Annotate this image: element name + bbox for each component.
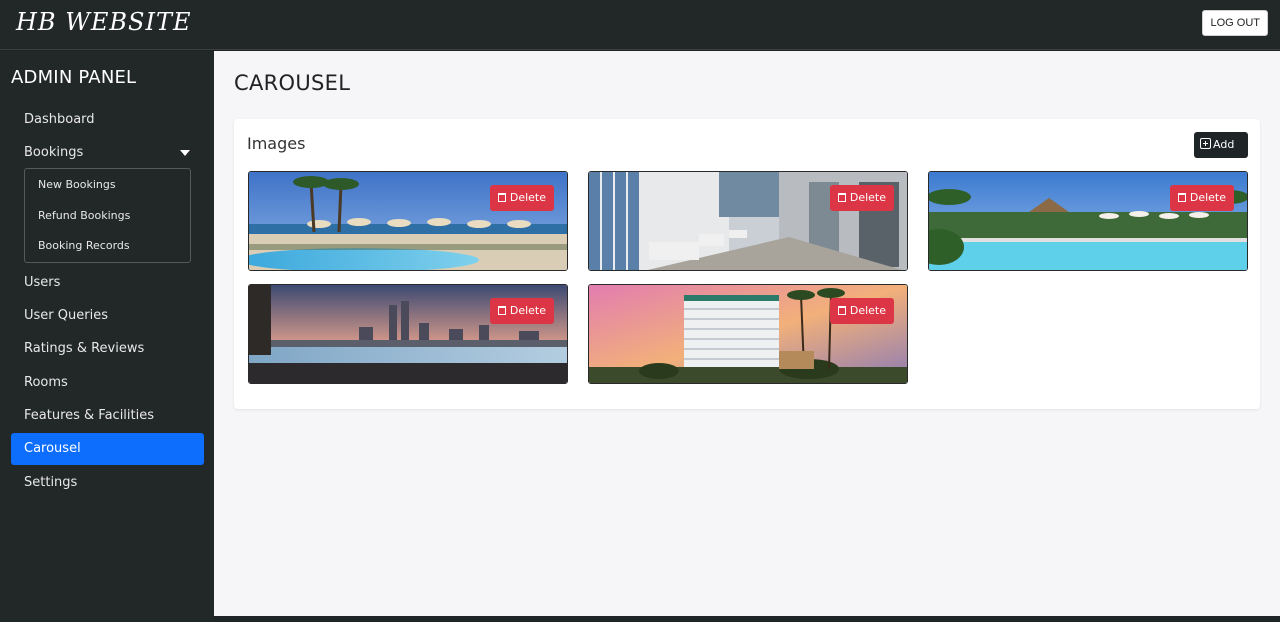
admin-sidebar: ADMIN PANEL Dashboard Bookings New Booki… [0,51,214,622]
delete-image-button[interactable]: Delete [489,298,554,324]
sidebar-item-users[interactable]: Users [11,267,204,299]
bookings-submenu: New Bookings Refund Bookings Booking Rec… [24,168,191,263]
bottom-edge [214,616,1280,622]
delete-image-button[interactable]: Delete [829,298,894,324]
sidebar-item-settings[interactable]: Settings [11,467,204,499]
logout-button[interactable]: LOG OUT [1202,10,1268,36]
images-card: Images Add Delete Delete Delete Delete D… [234,119,1260,409]
submenu-item-booking-records[interactable]: Booking Records [38,239,130,252]
add-label: Add [1213,138,1235,151]
trash-icon [497,306,506,315]
delete-label: Delete [849,304,886,317]
top-navbar: HB WEBSITE LOG OUT [0,0,1280,50]
admin-panel-title: ADMIN PANEL [11,67,137,88]
add-image-button[interactable]: Add [1194,132,1248,158]
carousel-image-4: Delete [248,284,568,384]
main-content: CAROUSEL Images Add Delete Delete Delete… [214,51,1280,616]
submenu-item-new-bookings[interactable]: New Bookings [38,178,116,191]
sidebar-item-rooms[interactable]: Rooms [11,367,204,399]
trash-icon [497,193,506,202]
trash-icon [837,193,846,202]
carousel-image-2: Delete [588,171,908,271]
sidebar-item-ratings-reviews[interactable]: Ratings & Reviews [11,333,204,365]
trash-icon [1177,193,1186,202]
delete-label: Delete [509,304,546,317]
sidebar-item-bookings-label: Bookings [24,145,84,160]
delete-label: Delete [1189,191,1226,204]
sidebar-item-features-facilities[interactable]: Features & Facilities [11,400,204,432]
carousel-image-3: Delete [928,171,1248,271]
sidebar-item-user-queries[interactable]: User Queries [11,300,204,332]
caret-down-icon[interactable] [180,150,190,156]
delete-image-button[interactable]: Delete [1169,185,1234,211]
delete-image-button[interactable]: Delete [829,185,894,211]
delete-label: Delete [509,191,546,204]
sidebar-item-carousel[interactable]: Carousel [11,433,204,465]
site-brand[interactable]: HB WEBSITE [16,8,191,36]
page-title: CAROUSEL [234,71,351,95]
delete-label: Delete [849,191,886,204]
submenu-item-refund-bookings[interactable]: Refund Bookings [38,209,130,222]
carousel-image-5: Delete [588,284,908,384]
carousel-image-1: Delete [248,171,568,271]
sidebar-item-bookings[interactable]: Bookings [11,137,204,169]
card-title: Images [247,134,306,153]
trash-icon [837,306,846,315]
delete-image-button[interactable]: Delete [489,185,554,211]
sidebar-item-dashboard[interactable]: Dashboard [11,104,204,136]
plus-square-icon [1200,138,1211,149]
